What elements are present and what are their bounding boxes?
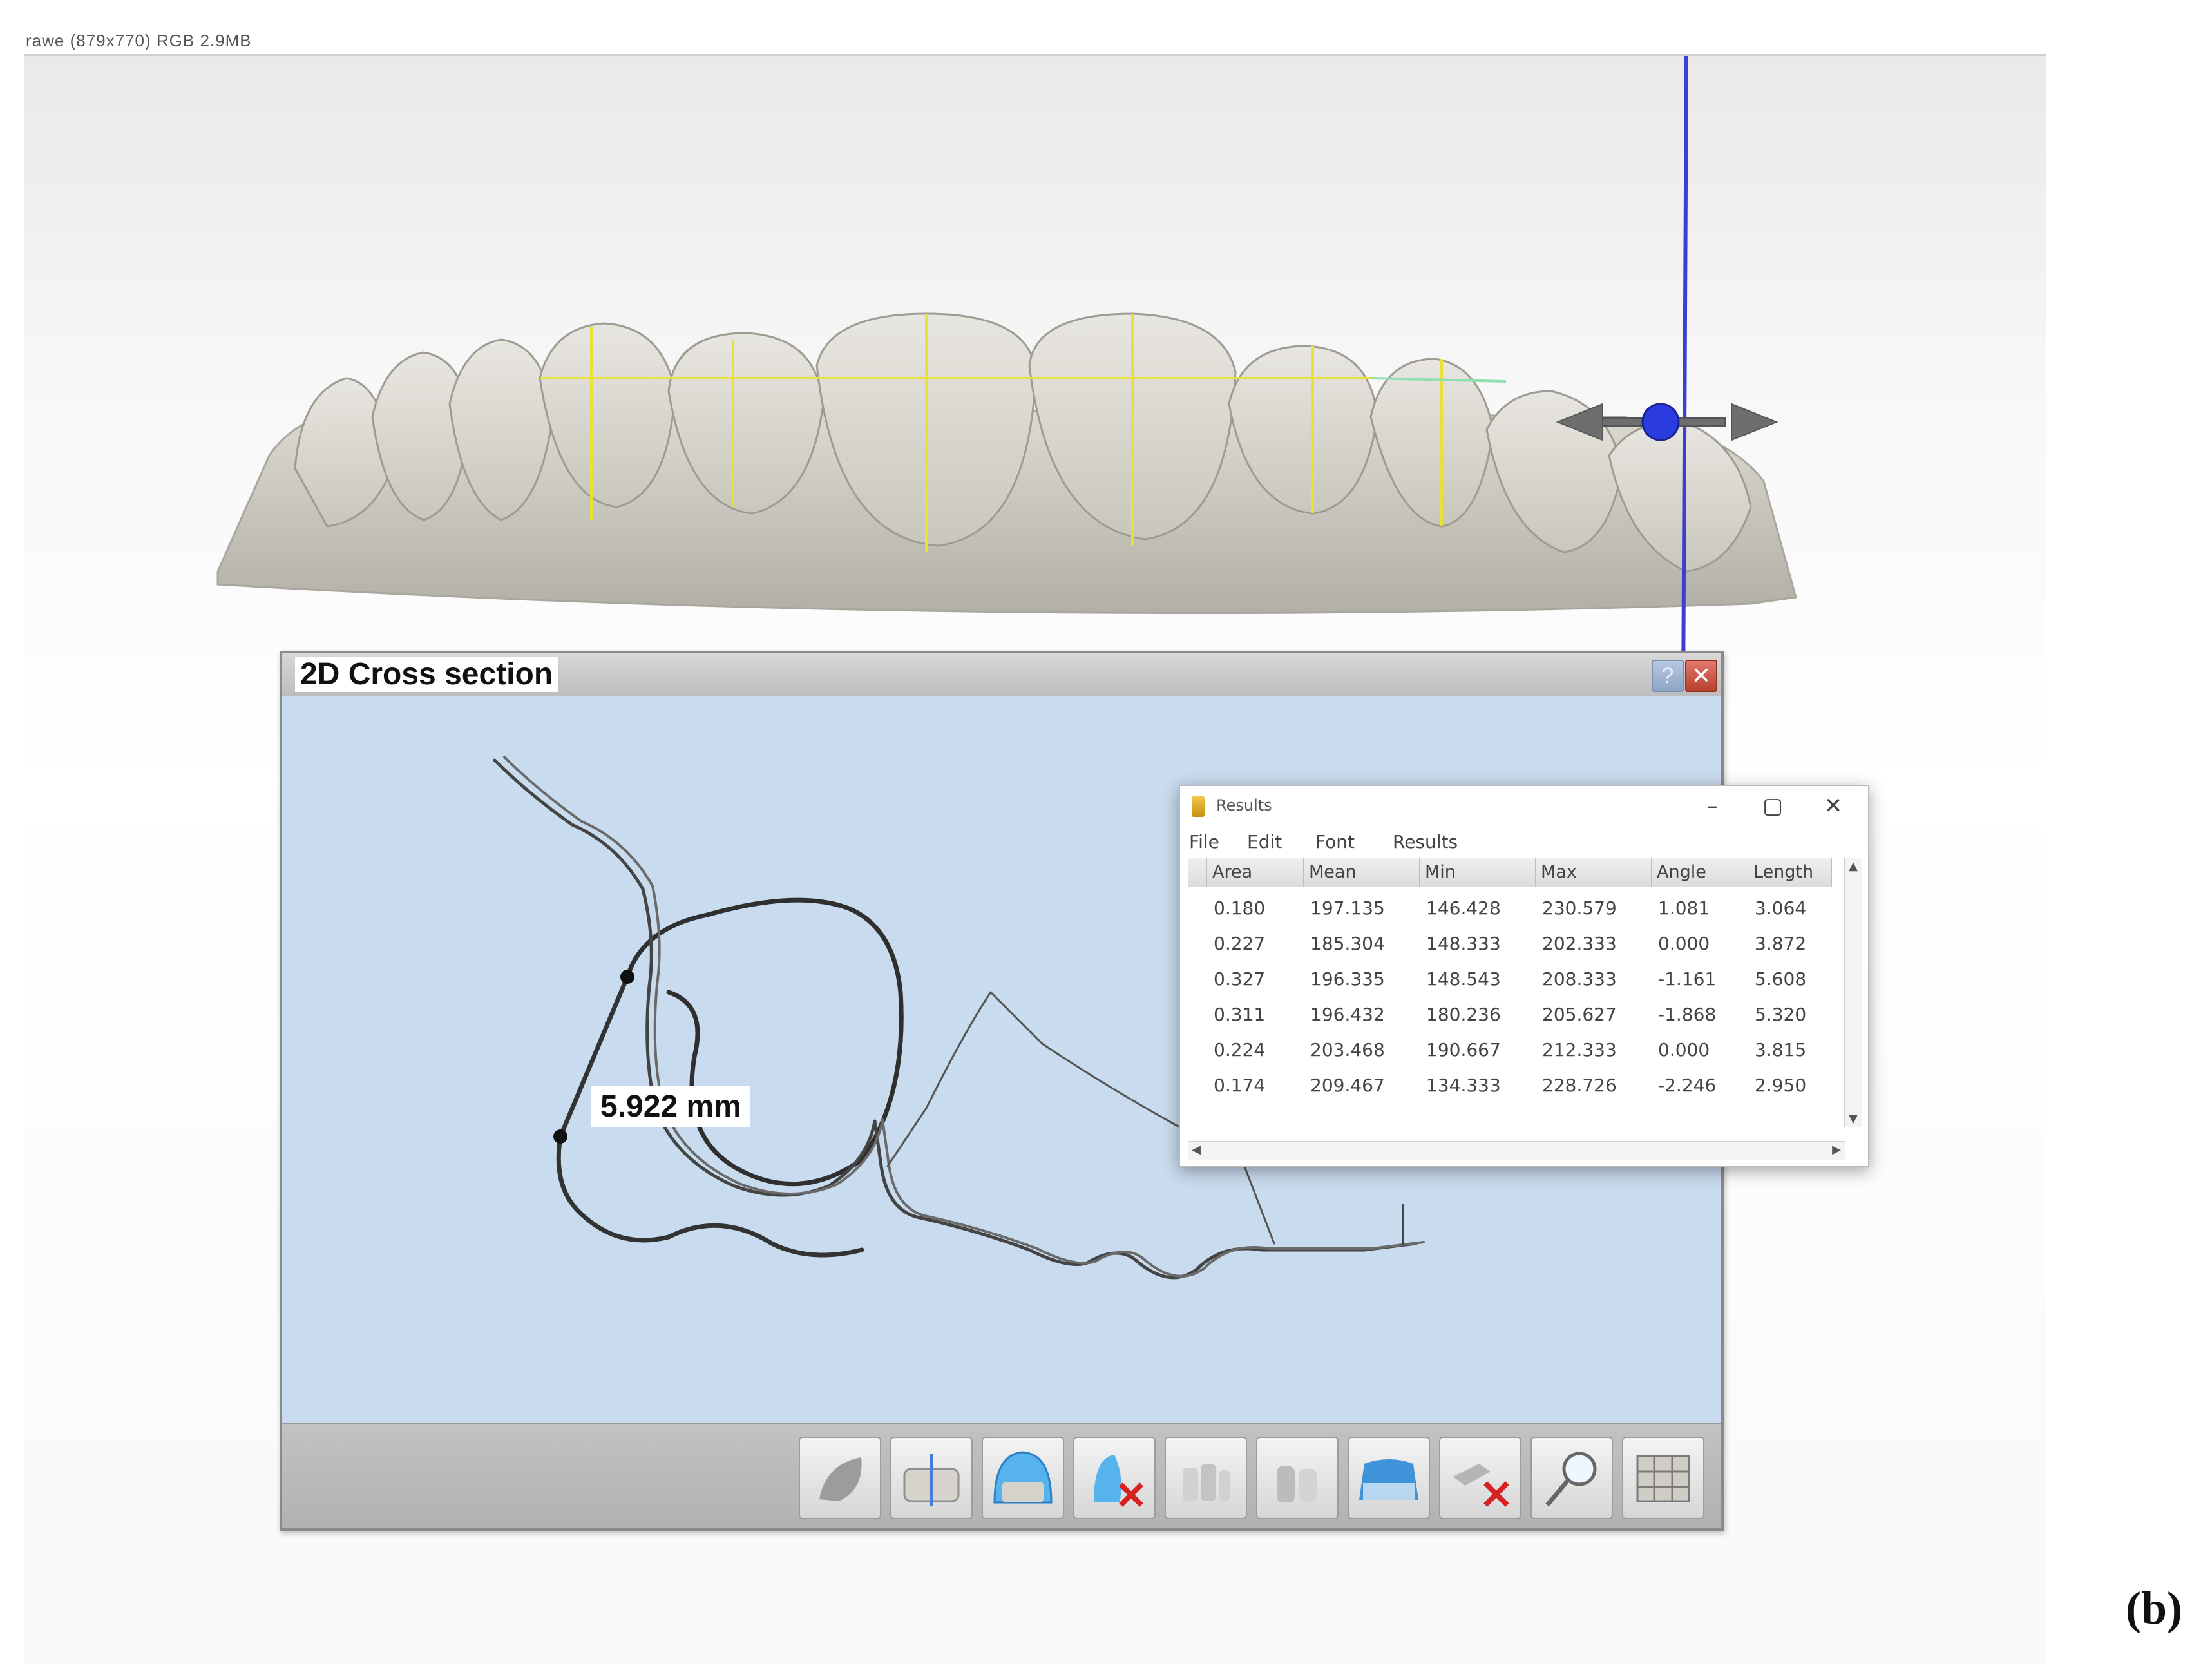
minimize-icon[interactable]: – [1693,790,1731,822]
vertical-scrollbar[interactable]: ▲ ▼ [1844,858,1862,1127]
header-area[interactable]: Area [1207,858,1304,887]
tool-blue-block-icon[interactable] [1348,1437,1430,1519]
table-cell: -1.868 [1658,1004,1717,1025]
results-titlebar[interactable]: Results – ▢ ✕ [1180,786,1868,827]
table-cell: 0.174 [1214,1075,1266,1096]
table-cell: 2.950 [1755,1075,1807,1096]
question-icon[interactable]: ? [1652,660,1684,692]
gizmo-handle [1641,403,1680,441]
menu-edit[interactable]: Edit [1247,831,1282,852]
tool-delete-measure-icon[interactable] [1439,1437,1521,1519]
table-cell: 197.135 [1310,897,1385,919]
table-cell: 1.081 [1658,897,1710,919]
table-cell: 230.579 [1542,897,1617,919]
table-cell: 0.227 [1214,933,1266,954]
cross-section-titlebar[interactable]: 2D Cross section ? ✕ [282,653,1721,696]
results-table[interactable]: Area Mean Min Max Angle Length 0.180 197.… [1188,858,1838,1139]
cross-section-toolbar [282,1423,1721,1528]
table-cell: 3.064 [1755,897,1807,919]
table-cell: 3.872 [1755,933,1807,954]
tool-remove-tooth-icon[interactable] [1073,1437,1156,1519]
table-cell: 3.815 [1755,1039,1807,1060]
table-cell: 0.000 [1658,933,1710,954]
table-cell: 0.311 [1214,1004,1266,1025]
table-cell: 180.236 [1426,1004,1501,1025]
results-title: Results [1216,796,1272,814]
tool-teeth-grey-icon[interactable] [1165,1437,1247,1519]
tool-teeth-axis-icon[interactable] [890,1437,973,1519]
scroll-right-icon[interactable]: ▶ [1828,1142,1845,1158]
table-cell: -2.246 [1658,1075,1717,1096]
table-cell: 146.428 [1426,897,1501,919]
table-cell: 148.333 [1426,933,1501,954]
table-cell: 196.335 [1310,968,1385,990]
close-icon[interactable]: ✕ [1814,790,1853,822]
close-icon[interactable]: ✕ [1685,660,1717,692]
table-cell: 208.333 [1542,968,1617,990]
results-window[interactable]: Results – ▢ ✕ File Edit Font Results Are… [1179,785,1869,1167]
app-icon [1192,796,1205,817]
results-table-header: Area Mean Min Max Angle Length [1188,858,1832,887]
table-cell: 5.320 [1755,1004,1807,1025]
header-length[interactable]: Length [1748,858,1832,887]
header-angle[interactable]: Angle [1652,858,1748,887]
header-min[interactable]: Min [1420,858,1536,887]
tool-teeth-grid-icon[interactable] [1622,1437,1704,1519]
measure-point-top [620,970,634,984]
tool-model-icon[interactable] [799,1437,881,1519]
table-cell: 134.333 [1426,1075,1501,1096]
measure-point-bottom [553,1129,567,1144]
scroll-down-icon[interactable]: ▼ [1845,1111,1862,1127]
table-cell: 202.333 [1542,933,1617,954]
table-cell: 209.467 [1310,1075,1385,1096]
menu-results[interactable]: Results [1393,831,1458,852]
table-cell: -1.161 [1658,968,1717,990]
maximize-icon[interactable]: ▢ [1753,790,1792,822]
scroll-left-icon[interactable]: ◀ [1188,1142,1205,1158]
table-cell: 203.468 [1310,1039,1385,1060]
header-max[interactable]: Max [1536,858,1652,887]
header-index-cell [1188,858,1207,887]
table-cell: 185.304 [1310,933,1385,954]
profile-outer-loop [625,897,904,1187]
table-cell: 0.327 [1214,968,1266,990]
tool-magnifier-icon[interactable] [1530,1437,1613,1519]
table-cell: 196.432 [1310,1004,1385,1025]
table-cell: 0.180 [1214,897,1266,919]
horizontal-scrollbar[interactable]: ◀ ▶ [1188,1141,1845,1160]
tool-teeth-pair-icon[interactable] [1256,1437,1339,1519]
table-cell: 212.333 [1542,1039,1617,1060]
measurement-label: 5.922 mm [591,1086,750,1127]
cross-section-title: 2D Cross section [295,657,558,692]
menu-font[interactable]: Font [1315,831,1355,852]
table-cell: 5.608 [1755,968,1807,990]
window-caption: rawe (879x770) RGB 2.9MB [26,31,252,50]
table-cell: 205.627 [1542,1004,1617,1025]
scroll-up-icon[interactable]: ▲ [1845,858,1862,875]
table-cell: 0.224 [1214,1039,1266,1060]
tool-arch-shell-icon[interactable] [982,1437,1064,1519]
table-cell: 0.000 [1658,1039,1710,1060]
table-cell: 190.667 [1426,1039,1501,1060]
figure-panel-label: (b) [2126,1582,2182,1634]
table-cell: 228.726 [1542,1075,1617,1096]
table-cell: 148.543 [1426,968,1501,990]
menu-file[interactable]: File [1189,831,1219,852]
results-menubar: File Edit Font Results [1180,829,1868,857]
header-mean[interactable]: Mean [1304,858,1420,887]
